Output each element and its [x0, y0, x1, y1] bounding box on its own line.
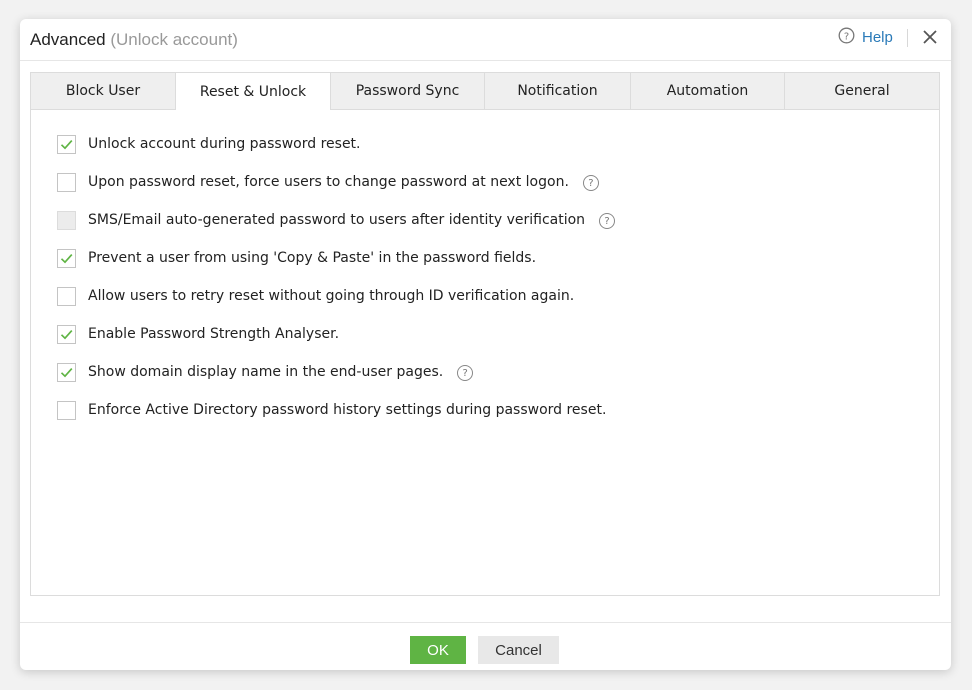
help-circle-icon: ?: [838, 27, 855, 48]
tab-panel: Block User Reset & Unlock Password Sync …: [30, 72, 940, 596]
help-circle-icon[interactable]: ?: [599, 213, 616, 229]
tab-label: Block User: [65, 83, 141, 99]
option-row: Prevent a user from using 'Copy & Paste'…: [57, 249, 615, 287]
tab-label: Notification: [517, 83, 598, 99]
cancel-button[interactable]: Cancel: [478, 636, 559, 664]
check-icon: [60, 330, 73, 340]
option-label: Upon password reset, force users to chan…: [88, 174, 569, 190]
tab-bar: Block User Reset & Unlock Password Sync …: [31, 73, 939, 110]
tab-label: Password Sync: [355, 83, 460, 99]
option-checkbox[interactable]: [57, 325, 76, 344]
dialog-title: Advanced (Unlock account): [30, 30, 238, 50]
help-circle-icon[interactable]: ?: [457, 365, 474, 381]
option-label: Prevent a user from using 'Copy & Paste'…: [88, 250, 537, 266]
tab-general[interactable]: General: [785, 73, 939, 109]
help-circle-icon[interactable]: ?: [582, 175, 599, 191]
ok-button[interactable]: OK: [410, 636, 466, 664]
option-label: Show domain display name in the end-user…: [88, 364, 444, 380]
tab-label: Reset & Unlock: [199, 83, 307, 100]
header-divider: [907, 29, 908, 47]
option-checkbox[interactable]: [57, 135, 76, 154]
check-icon: [60, 254, 73, 264]
help-label: Help: [862, 29, 893, 46]
option-checkbox: [57, 211, 76, 230]
option-checkbox[interactable]: [57, 363, 76, 382]
option-row: Allow users to retry reset without going…: [57, 287, 615, 325]
dialog-header: Advanced (Unlock account) ? Help: [20, 19, 951, 61]
tab-label: Automation: [666, 83, 749, 99]
tab-notification[interactable]: Notification: [485, 73, 631, 109]
close-button[interactable]: [920, 27, 940, 47]
option-label: Allow users to retry reset without going…: [88, 288, 575, 304]
check-icon: [60, 140, 73, 150]
option-row: SMS/Email auto-generated password to use…: [57, 211, 616, 249]
option-row: Enforce Active Directory password histor…: [57, 401, 615, 439]
check-icon: [60, 368, 73, 378]
dialog-title-main: Advanced: [30, 30, 106, 49]
option-row: Unlock account during password reset.: [57, 135, 615, 173]
tab-block-user[interactable]: Block User: [31, 73, 176, 109]
advanced-dialog: Advanced (Unlock account) ? Help Block U…: [20, 19, 951, 670]
option-label: Unlock account during password reset.: [88, 136, 361, 152]
option-checkbox[interactable]: [57, 287, 76, 306]
svg-text:?: ?: [844, 31, 849, 42]
option-checkbox[interactable]: [57, 249, 76, 268]
option-label: SMS/Email auto-generated password to use…: [88, 212, 586, 228]
tab-automation[interactable]: Automation: [631, 73, 785, 109]
dialog-footer: OK Cancel: [20, 622, 951, 670]
options-list: Unlock account during password reset. Upo…: [57, 135, 616, 439]
option-row: Enable Password Strength Analyser.: [57, 325, 615, 363]
option-checkbox[interactable]: [57, 401, 76, 420]
dialog-title-subtitle: (Unlock account): [110, 30, 238, 49]
tab-password-sync[interactable]: Password Sync: [331, 73, 485, 109]
tab-label: General: [834, 83, 890, 99]
option-row: Upon password reset, force users to chan…: [57, 173, 615, 211]
option-row: Show domain display name in the end-user…: [57, 363, 615, 401]
option-checkbox[interactable]: [57, 173, 76, 192]
tab-reset-unlock[interactable]: Reset & Unlock: [176, 73, 331, 110]
option-label: Enable Password Strength Analyser.: [88, 326, 340, 342]
close-icon: [920, 30, 940, 51]
help-link[interactable]: ? Help: [838, 27, 893, 48]
option-label: Enforce Active Directory password histor…: [88, 402, 607, 418]
